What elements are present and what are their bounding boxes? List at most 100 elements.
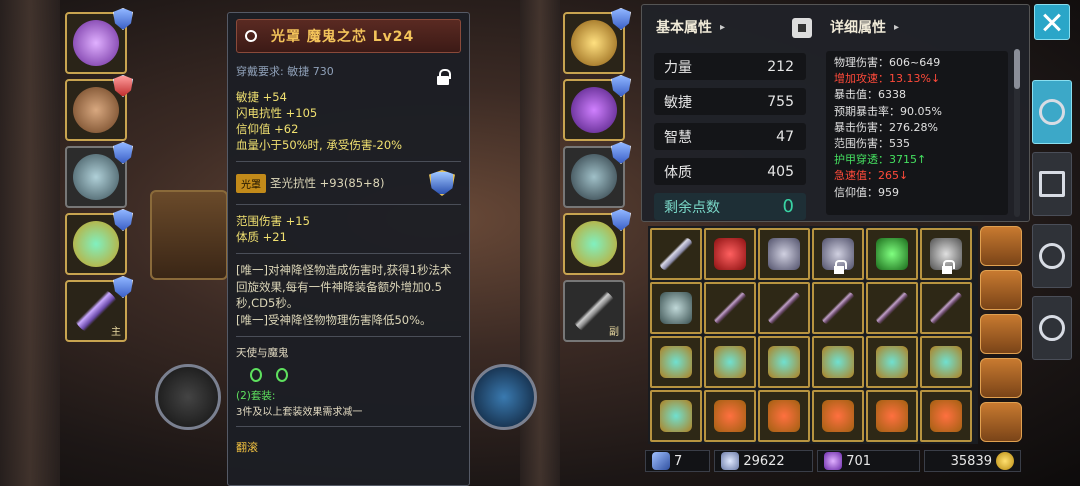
inventory-cell[interactable] [866, 390, 918, 442]
shield-badge-icon [611, 75, 631, 97]
inventory-cell[interactable] [920, 390, 972, 442]
divider [236, 204, 461, 205]
attr-label: 敏捷 [664, 94, 692, 111]
lock-icon [834, 260, 847, 274]
equip-slot-ring-2[interactable] [563, 209, 631, 275]
primary-stats: 敏捷 +54 闪电抗性 +105 信仰值 +62 血量小于50%时, 承受伤害-… [236, 89, 461, 153]
inventory-cell[interactable] [812, 336, 864, 388]
inventory-cell[interactable] [758, 390, 810, 442]
bag-icon[interactable] [980, 226, 1022, 266]
equip-slot-gloves[interactable] [563, 75, 631, 141]
crystal-icon [824, 452, 843, 470]
equip-slot-main-weapon[interactable]: 主 [65, 276, 133, 342]
inventory-cell[interactable] [758, 282, 810, 334]
equip-slot-boots[interactable] [563, 142, 631, 208]
inventory-cell[interactable] [866, 336, 918, 388]
equip-slot-helmet[interactable] [65, 8, 133, 74]
stat-line: 闪电抗性 +105 [236, 106, 318, 120]
shield-badge-icon [113, 209, 133, 231]
attr-label: 智慧 [664, 129, 692, 146]
bag-icon[interactable] [980, 358, 1022, 398]
inventory-cell[interactable] [920, 228, 972, 280]
inventory-cell[interactable] [704, 282, 756, 334]
bag-icon[interactable] [980, 402, 1022, 442]
dagger-icon [876, 238, 908, 270]
divider [236, 253, 461, 254]
boots-icon [768, 238, 800, 270]
inventory-cell[interactable] [866, 282, 918, 334]
stat-line: 范围伤害 +15 [236, 214, 310, 228]
equip-slot-ring[interactable] [65, 209, 133, 275]
ice-skill-icon[interactable] [471, 364, 537, 430]
inventory-cell[interactable] [866, 228, 918, 280]
spear-icon [822, 292, 854, 324]
shield-badge-icon [113, 75, 133, 97]
tab-equipment[interactable] [1032, 80, 1072, 144]
close-button[interactable] [1034, 4, 1070, 40]
necklace-icon [714, 238, 746, 270]
equipment-column-right: 副 [563, 8, 631, 347]
off-hand-tag: 副 [609, 327, 619, 338]
inventory-cell[interactable] [650, 336, 702, 388]
stat-line: 信仰值 +62 [236, 122, 299, 136]
ring-icon [571, 221, 617, 267]
dagger-skill-icon[interactable] [155, 364, 221, 430]
gloves-icon [660, 292, 692, 324]
detail-row: 增加攻速：13.13%↓ [834, 72, 941, 86]
shield-badge-icon [113, 8, 133, 30]
lock-icon [942, 260, 955, 274]
helmet-icon [73, 20, 119, 66]
tooltip-footer: 翻滚 [236, 441, 258, 454]
amulet-icon [930, 400, 962, 432]
inventory-cell[interactable] [812, 228, 864, 280]
bow-icon [660, 238, 692, 270]
dice-icon[interactable] [792, 18, 812, 38]
inventory-cell[interactable] [920, 336, 972, 388]
detail-header-label: 详细属性 [830, 20, 886, 36]
set-bonus-title: (2)套装: [236, 390, 276, 402]
inventory-cell[interactable] [704, 336, 756, 388]
ring-icon [822, 346, 854, 378]
detail-row: 急速值：265↓ [834, 169, 909, 183]
equip-slot-legs[interactable] [65, 142, 133, 208]
shield-badge-icon [611, 142, 631, 164]
set-pieces [250, 368, 461, 382]
spear-icon [876, 292, 908, 324]
bag-icon[interactable] [980, 270, 1022, 310]
bag-icon[interactable] [980, 314, 1022, 354]
inventory-grid [648, 226, 978, 444]
inventory-cell[interactable] [812, 282, 864, 334]
inventory-cell[interactable] [812, 390, 864, 442]
amulet-icon [822, 400, 854, 432]
inventory-cell[interactable] [920, 282, 972, 334]
tab-settings[interactable] [1032, 296, 1072, 360]
inventory-cell[interactable] [758, 228, 810, 280]
detail-row: 信仰值：959 [834, 185, 899, 199]
diamonds-value: 29622 [743, 453, 785, 469]
inventory-cell[interactable] [758, 336, 810, 388]
basic-attributes-tab[interactable]: 基本属性 ▸ [656, 17, 725, 37]
gem-shield-icon [429, 170, 455, 196]
tab-skills[interactable] [1032, 152, 1072, 216]
keys-counter: 7 [645, 450, 711, 472]
equip-slot-amulet[interactable] [563, 8, 631, 74]
detail-attributes-tab[interactable]: 详细属性 ▸ [830, 17, 899, 37]
remaining-label: 剩余点数 [664, 199, 720, 216]
unique-effect-1: [唯一]对神降怪物造成伤害时,获得1秒法术回旋效果,每有一件神降装备额外增加0.… [236, 263, 452, 310]
tab-talents[interactable] [1032, 224, 1072, 288]
inventory-cell[interactable] [704, 228, 756, 280]
spear-icon [768, 292, 800, 324]
equip-slot-chest[interactable] [65, 75, 133, 141]
inventory-cell[interactable] [650, 282, 702, 334]
equip-slot-off-hand[interactable]: 副 [563, 280, 625, 342]
inventory-cell[interactable] [704, 390, 756, 442]
detail-scrollbar[interactable] [1014, 49, 1020, 217]
lock-icon[interactable] [437, 69, 451, 85]
ring-icon [660, 400, 692, 432]
inventory-cell[interactable] [650, 228, 702, 280]
attr-value: 47 [776, 128, 794, 145]
attr-row-strength: 力量 212 [654, 53, 806, 80]
attr-row-constitution: 体质 405 [654, 158, 806, 185]
inventory-cell[interactable] [650, 390, 702, 442]
set-piece-ring-icon [250, 368, 262, 382]
